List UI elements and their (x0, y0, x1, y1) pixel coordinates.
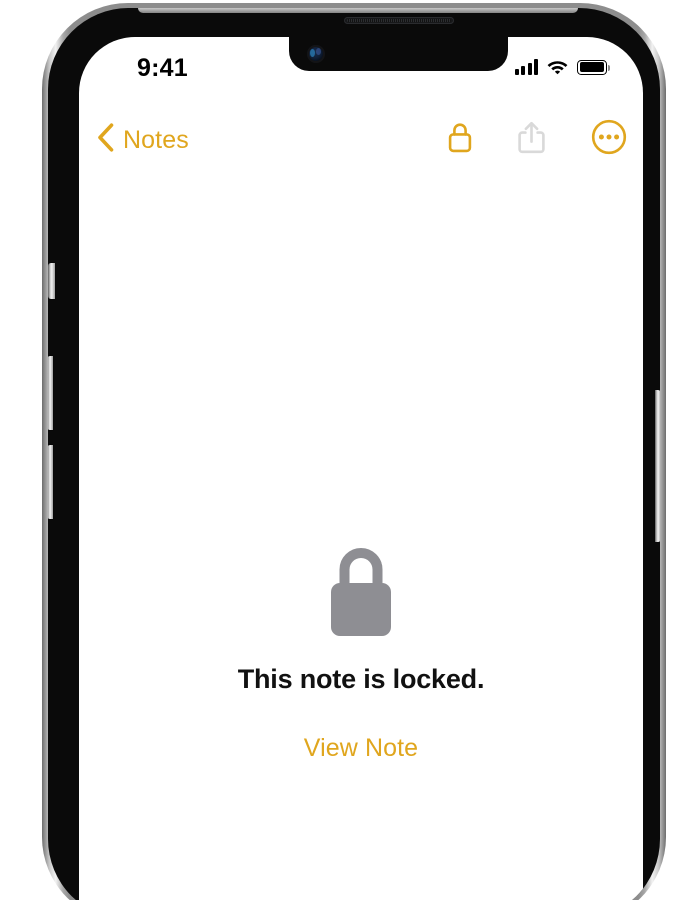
lock-filled-icon (326, 542, 396, 640)
chevron-left-icon (97, 123, 114, 157)
volume-up-button[interactable] (48, 356, 53, 430)
more-button[interactable] (591, 119, 627, 160)
share-button[interactable] (518, 121, 545, 159)
locked-note-title: This note is locked. (237, 664, 485, 694)
front-camera-icon (307, 45, 325, 63)
mute-switch-button[interactable] (48, 263, 55, 299)
side-power-button[interactable] (655, 390, 660, 542)
status-bar-clock: 9:41 (137, 54, 188, 82)
more-circle-icon (591, 119, 627, 160)
bezel-top-highlight (138, 8, 578, 13)
earpiece-speaker (344, 17, 454, 24)
signal-bars-icon (514, 59, 538, 75)
status-bar-indicators (514, 59, 611, 75)
battery-icon (577, 59, 611, 75)
lock-icon (448, 122, 472, 158)
screenshot-stage: 9:41 Notes This note is locked. View Not… (0, 0, 700, 900)
iphone-bezel: 9:41 Notes This note is locked. View Not… (48, 8, 660, 900)
share-icon (518, 121, 545, 159)
lock-button[interactable] (448, 122, 472, 158)
back-button-label: Notes (123, 125, 189, 154)
back-to-notes-button[interactable]: Notes (91, 119, 195, 161)
volume-down-button[interactable] (48, 445, 53, 519)
iphone-screen: 9:41 Notes This note is locked. View Not… (79, 37, 643, 900)
wifi-icon (547, 59, 568, 75)
navigation-actions (448, 119, 627, 160)
view-note-link[interactable]: View Note (304, 734, 418, 763)
navigation-bar: Notes (79, 115, 643, 171)
iphone-device-frame: 9:41 Notes This note is locked. View Not… (42, 3, 666, 900)
